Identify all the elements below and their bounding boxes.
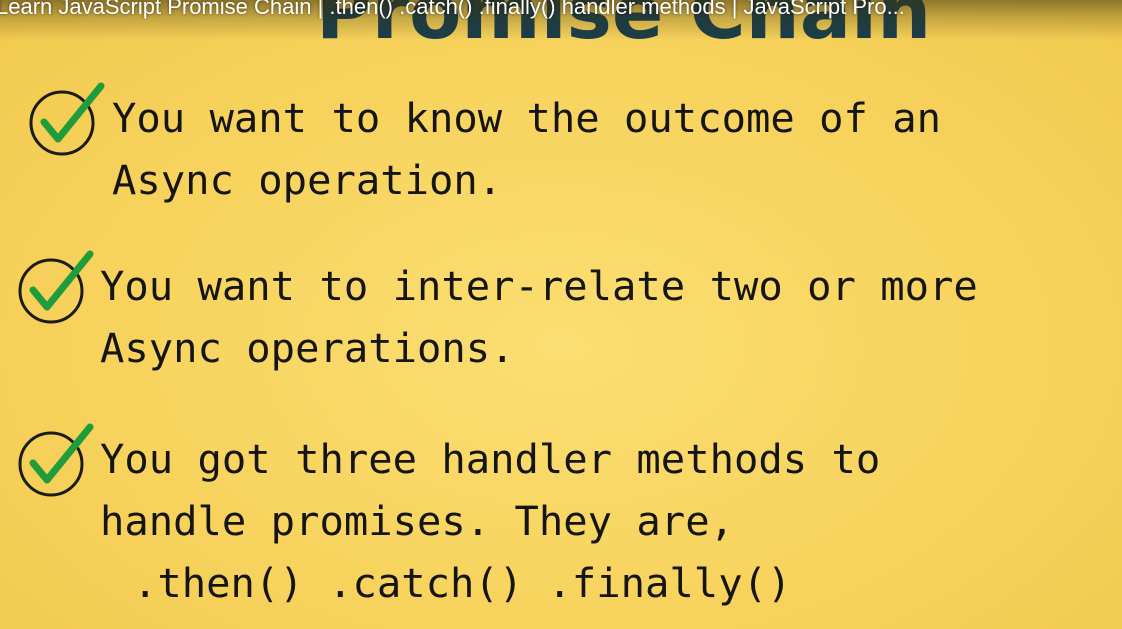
checkmark-icon xyxy=(18,250,94,324)
video-title[interactable]: Learn JavaScript Promise Chain | .then()… xyxy=(0,0,1106,20)
point-1-line-1: You want to know the outcome of an xyxy=(112,94,942,142)
video-frame[interactable]: Learn JavaScript Promise Chain | .then()… xyxy=(0,0,1122,629)
handler-methods-code: .then() .catch() .finally() xyxy=(133,559,792,607)
point-1-line-2: Async operation. xyxy=(112,156,503,204)
point-2-line-2: Async operations. xyxy=(100,324,515,372)
checkmark-icon xyxy=(18,423,94,497)
point-3-line-2: handle promises. They are, xyxy=(100,497,734,545)
video-title-overlay: Learn JavaScript Promise Chain | .then()… xyxy=(0,0,1122,40)
point-3-line-1: You got three handler methods to xyxy=(100,435,881,483)
point-2-line-1: You want to inter-relate two or more xyxy=(100,262,978,310)
checkmark-icon xyxy=(29,82,105,156)
